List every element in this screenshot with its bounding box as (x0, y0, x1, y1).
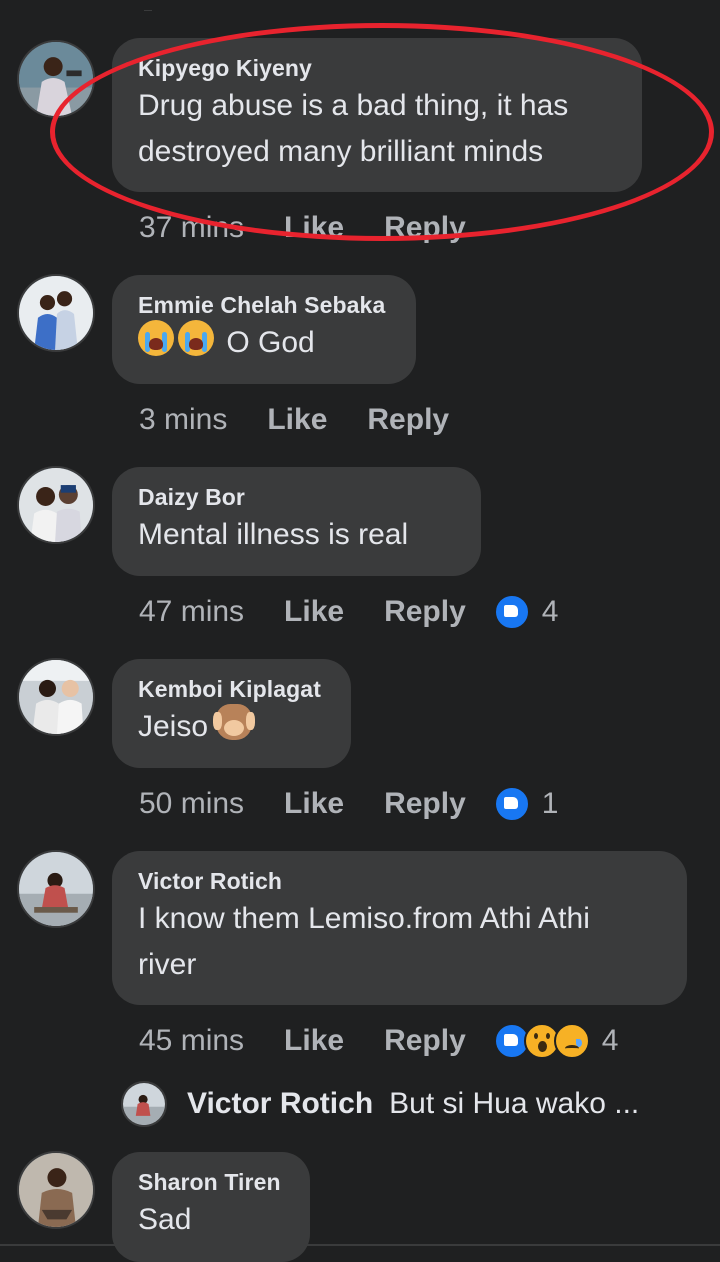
like-button[interactable]: Like (267, 403, 327, 437)
avatar[interactable] (17, 466, 95, 544)
reply-button[interactable]: Reply (384, 595, 466, 629)
avatar[interactable] (17, 850, 95, 928)
reply-author-name[interactable]: Victor Rotich (187, 1087, 373, 1121)
reaction-count: 4 (541, 595, 559, 628)
thread-connector (144, 0, 152, 11)
reaction-summary[interactable]: 4 (493, 1023, 619, 1059)
commenter-name[interactable]: Victor Rotich (138, 866, 661, 896)
reply-button[interactable]: Reply (367, 403, 449, 437)
bottom-divider (0, 1244, 720, 1246)
comment-text-content: O God (226, 326, 315, 359)
hear-no-evil-monkey-icon (213, 704, 253, 740)
comment-text: Sad (138, 1203, 192, 1236)
comment-actions: 50 mins Like Reply 1 (139, 784, 558, 824)
comment-time[interactable]: 50 mins (139, 787, 244, 821)
comment-text-line: river (138, 948, 197, 981)
sad-face-icon (553, 1023, 590, 1059)
avatar[interactable] (17, 658, 95, 736)
reaction-summary[interactable]: 1 (493, 786, 559, 822)
commenter-name[interactable]: Kipyego Kiyeny (138, 53, 616, 83)
comment-text: Jeiso (138, 704, 325, 750)
like-button[interactable]: Like (284, 787, 344, 821)
reaction-count: 1 (541, 787, 559, 820)
nested-reply-preview[interactable]: Victor Rotich But si Hua wako ... (121, 1080, 639, 1128)
avatar (121, 1081, 167, 1127)
comment-text: O God (138, 320, 390, 366)
comment-bubble: Emmie Chelah Sebaka O God (112, 275, 416, 384)
reply-button[interactable]: Reply (384, 211, 466, 245)
comment-time[interactable]: 45 mins (139, 1024, 244, 1058)
comment-text: Mental illness is real (138, 518, 409, 551)
loudly-crying-face-icon (178, 320, 214, 356)
comment-bubble: Victor Rotich I know them Lemiso.from At… (112, 851, 687, 1005)
thumbs-up-icon (493, 594, 530, 630)
like-button[interactable]: Like (284, 211, 344, 245)
comment-text-content: Jeiso (138, 710, 209, 743)
comment-actions: 3 mins Like Reply (139, 400, 489, 440)
commenter-name[interactable]: Sharon Tiren (138, 1167, 284, 1197)
commenter-name[interactable]: Daizy Bor (138, 482, 455, 512)
avatar[interactable] (17, 40, 95, 118)
reply-button[interactable]: Reply (384, 787, 466, 821)
comment-time[interactable]: 47 mins (139, 595, 244, 629)
like-button[interactable]: Like (284, 1024, 344, 1058)
like-button[interactable]: Like (284, 595, 344, 629)
comment-text-line: I know them Lemiso.from Athi Athi (138, 902, 590, 935)
comment-text-line: Drug abuse is a bad thing, it has (138, 89, 569, 122)
comment-bubble: Kipyego Kiyeny Drug abuse is a bad thing… (112, 38, 642, 192)
comment-bubble: Daizy Bor Mental illness is real (112, 467, 481, 576)
comment-actions: 45 mins Like Reply 4 (139, 1021, 618, 1061)
commenter-name[interactable]: Emmie Chelah Sebaka (138, 290, 390, 320)
commenter-name[interactable]: Kemboi Kiplagat (138, 674, 325, 704)
comment-actions: 47 mins Like Reply 4 (139, 592, 558, 632)
loudly-crying-face-icon (138, 320, 174, 356)
comment-actions: 37 mins Like Reply (139, 208, 506, 248)
thumbs-up-icon (493, 786, 530, 822)
comment-text-line: destroyed many brilliant minds (138, 135, 544, 168)
comment-time[interactable]: 37 mins (139, 211, 244, 245)
reaction-count: 4 (601, 1024, 619, 1057)
reply-text: But si Hua wako ... (389, 1087, 640, 1120)
reaction-summary[interactable]: 4 (493, 594, 559, 630)
reply-button[interactable]: Reply (384, 1024, 466, 1058)
comment-time[interactable]: 3 mins (139, 403, 227, 437)
comment-bubble: Kemboi Kiplagat Jeiso (112, 659, 351, 768)
avatar[interactable] (17, 274, 95, 352)
avatar[interactable] (17, 1151, 95, 1229)
